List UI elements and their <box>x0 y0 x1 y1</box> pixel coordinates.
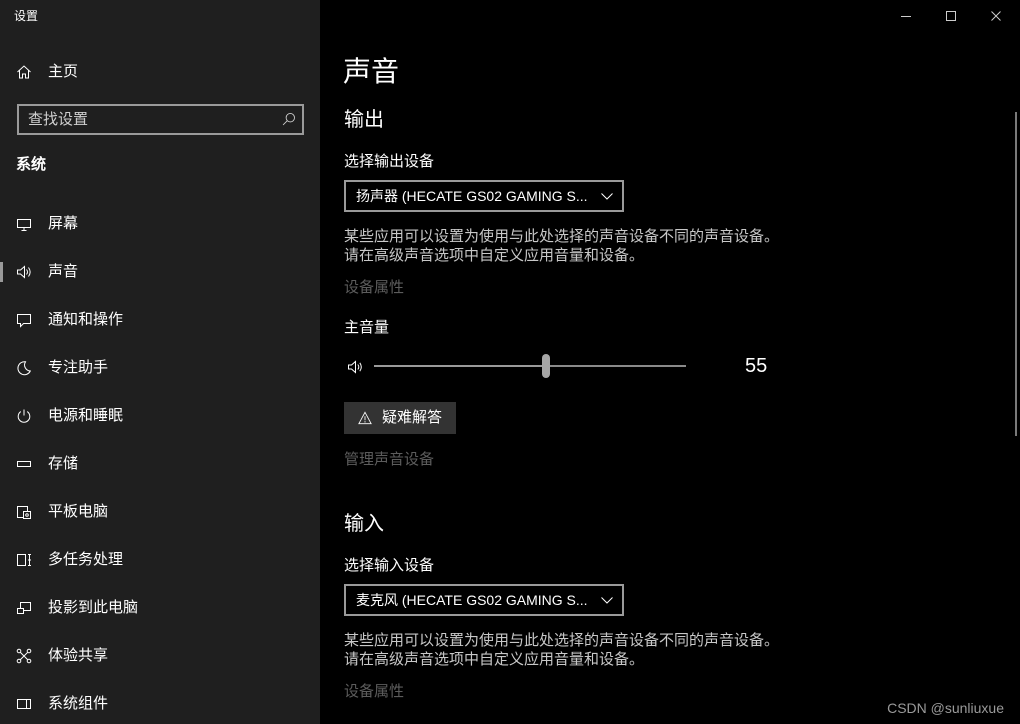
sidebar-item-label: 多任务处理 <box>48 551 124 568</box>
master-volume-label: 主音量 <box>344 319 390 336</box>
sidebar-item-label: 通知和操作 <box>48 311 124 328</box>
page-title: 声音 <box>343 56 400 87</box>
sidebar-item-label: 电源和睡眠 <box>48 407 124 424</box>
search-input[interactable] <box>19 106 302 133</box>
sidebar-item-storage[interactable]: 存储 <box>0 444 320 484</box>
main-content: 声音 输出 选择输出设备 扬声器 (HECATE GS02 GAMING S..… <box>320 0 1020 724</box>
sidebar-item-projecting[interactable]: 投影到此电脑 <box>0 588 320 628</box>
output-device-properties-link[interactable]: 设备属性 <box>344 278 404 298</box>
sidebar-item-multitasking[interactable]: 多任务处理 <box>0 540 320 580</box>
output-device-label: 选择输出设备 <box>344 153 435 170</box>
minimize-button[interactable] <box>884 0 929 32</box>
input-description-line-1: 某些应用可以设置为使用与此处选择的声音设备不同的声音设备。 <box>344 632 780 649</box>
volume-slider[interactable] <box>370 352 690 380</box>
sidebar-item-power-sleep[interactable]: 电源和睡眠 <box>0 396 320 436</box>
close-button[interactable] <box>974 0 1019 32</box>
display-icon <box>17 219 31 231</box>
troubleshoot-button[interactable]: 疑难解答 <box>344 402 456 434</box>
tablet-icon <box>17 506 31 519</box>
sidebar-item-notifications[interactable]: 通知和操作 <box>0 300 320 340</box>
sidebar-item-shared-experiences[interactable]: 体验共享 <box>0 636 320 676</box>
system-components-icon <box>17 699 31 709</box>
multitasking-icon <box>17 554 31 566</box>
sidebar-item-focus-assist[interactable]: 专注助手 <box>0 348 320 388</box>
output-heading: 输出 <box>344 109 384 131</box>
search-box[interactable] <box>17 104 304 135</box>
sidebar-item-label: 存储 <box>48 455 79 472</box>
sidebar-item-label: 专注助手 <box>48 359 109 376</box>
sidebar: 设置 主页 系统 屏幕 声音 <box>0 0 320 724</box>
selection-indicator <box>0 262 3 282</box>
troubleshoot-button-label: 疑难解答 <box>382 409 443 426</box>
window-title: 设置 <box>14 9 39 23</box>
sidebar-item-label: 系统组件 <box>48 695 109 712</box>
sidebar-item-home[interactable]: 主页 <box>0 52 320 92</box>
moon-icon <box>17 361 32 376</box>
maximize-icon <box>946 11 956 21</box>
sidebar-item-label: 主页 <box>48 63 79 80</box>
volume-value: 55 <box>745 355 768 377</box>
watermark: CSDN @sunliuxue <box>887 700 1004 716</box>
chevron-down-icon <box>601 597 613 604</box>
warning-icon <box>358 411 372 425</box>
sidebar-item-label: 投影到此电脑 <box>48 599 139 616</box>
shared-experiences-icon <box>16 648 32 664</box>
sidebar-item-label: 声音 <box>48 263 79 280</box>
power-icon <box>17 409 31 423</box>
projecting-icon <box>17 602 31 614</box>
sidebar-item-label: 屏幕 <box>48 215 79 232</box>
input-device-label: 选择输入设备 <box>344 557 435 574</box>
input-description-line-2: 请在高级声音选项中自定义应用音量和设备。 <box>344 651 645 668</box>
maximize-button[interactable] <box>929 0 974 32</box>
minimize-icon <box>901 16 911 17</box>
sidebar-item-sound[interactable]: 声音 <box>0 252 320 292</box>
input-device-selected: 麦克风 (HECATE GS02 GAMING S... <box>356 592 588 608</box>
volume-slider-fill <box>374 365 546 367</box>
input-device-dropdown[interactable]: 麦克风 (HECATE GS02 GAMING S... <box>344 584 624 616</box>
output-device-selected: 扬声器 (HECATE GS02 GAMING S... <box>356 188 588 204</box>
sidebar-item-tablet[interactable]: 平板电脑 <box>0 492 320 532</box>
sidebar-item-label: 平板电脑 <box>48 503 109 520</box>
manage-sound-devices-link[interactable]: 管理声音设备 <box>344 450 434 470</box>
sidebar-item-label: 体验共享 <box>48 647 109 664</box>
speaker-icon <box>17 265 31 279</box>
input-heading: 输入 <box>344 513 384 535</box>
storage-icon <box>17 461 31 467</box>
search-icon[interactable] <box>282 112 296 126</box>
home-icon <box>17 65 31 79</box>
sidebar-section-title: 系统 <box>16 156 47 173</box>
sidebar-item-display[interactable]: 屏幕 <box>0 204 320 244</box>
chevron-down-icon <box>601 193 613 200</box>
output-device-dropdown[interactable]: 扬声器 (HECATE GS02 GAMING S... <box>344 180 624 212</box>
sidebar-item-system-components[interactable]: 系统组件 <box>0 684 320 724</box>
volume-icon[interactable] <box>347 359 363 375</box>
volume-slider-thumb[interactable] <box>541 354 550 378</box>
input-device-properties-link[interactable]: 设备属性 <box>344 682 404 702</box>
close-icon <box>991 11 1001 21</box>
output-description-line-1: 某些应用可以设置为使用与此处选择的声音设备不同的声音设备。 <box>344 228 780 245</box>
notification-icon <box>17 314 31 328</box>
scrollbar[interactable] <box>1015 112 1017 436</box>
output-description-line-2: 请在高级声音选项中自定义应用音量和设备。 <box>344 247 645 264</box>
